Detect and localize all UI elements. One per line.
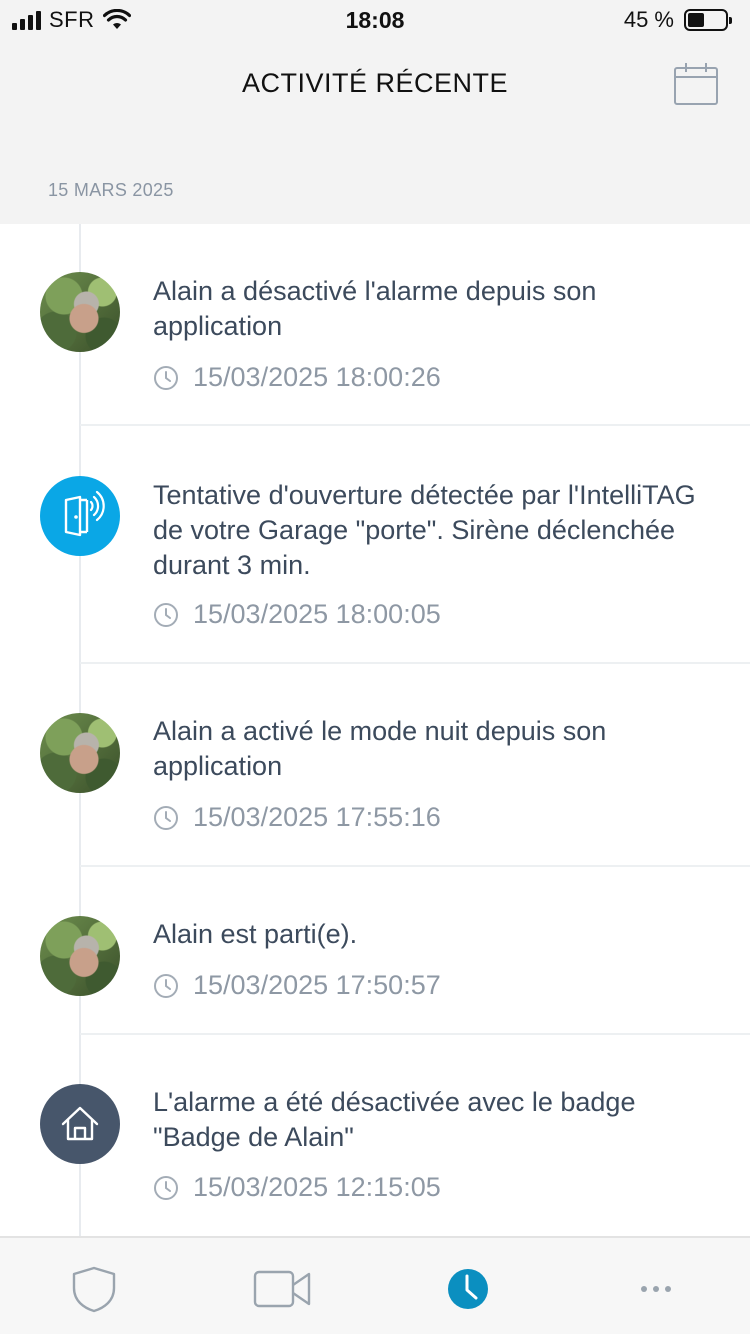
activity-timestamp: 15/03/2025 18:00:26: [153, 362, 441, 393]
timestamp-text: 15/03/2025 18:00:05: [193, 599, 441, 629]
video-camera-icon[interactable]: [252, 1264, 312, 1314]
activity-timestamp: 15/03/2025 17:55:16: [153, 802, 441, 833]
clock-icon: [154, 973, 178, 998]
clock-icon[interactable]: [438, 1264, 498, 1314]
activity-text: L'alarme a été désactivée avec le badge …: [153, 1087, 636, 1152]
clock-icon: [154, 365, 178, 390]
user-avatar: [40, 272, 120, 352]
shield-icon[interactable]: [64, 1264, 124, 1314]
activity-timestamp: 15/03/2025 12:15:05: [153, 1172, 441, 1203]
user-avatar: [40, 713, 120, 793]
activity-text: Alain est parti(e).: [153, 919, 358, 949]
battery-icon: [684, 9, 732, 31]
clock-icon: [154, 1175, 178, 1200]
activity-item[interactable]: Tentative d'ouverture détectée par l'Int…: [0, 426, 750, 664]
activity-item[interactable]: Alain a activé le mode nuit depuis son a…: [0, 664, 750, 867]
user-avatar: [40, 916, 120, 996]
top-area: SFR 18:08 45 % ACTIVITÉ RÉCENTE 15 MARS …: [0, 0, 750, 224]
status-bar: SFR 18:08 45 %: [0, 0, 750, 40]
activity-item[interactable]: L'alarme a été désactivée avec le badge …: [0, 1035, 750, 1236]
tab-bar: [0, 1236, 750, 1334]
activity-timestamp: 15/03/2025 18:00:05: [153, 599, 441, 630]
timestamp-text: 15/03/2025 18:00:26: [193, 362, 441, 392]
activity-text: Alain a activé le mode nuit depuis son a…: [153, 716, 607, 781]
clock-icon: [154, 602, 178, 627]
page-title: ACTIVITÉ RÉCENTE: [241, 68, 509, 98]
calendar-icon[interactable]: [672, 60, 720, 108]
clock-icon: [154, 805, 178, 830]
activity-text: Tentative d'ouverture détectée par l'Int…: [153, 480, 696, 580]
more-icon[interactable]: [626, 1264, 686, 1314]
activity-timestamp: 15/03/2025 17:50:57: [153, 970, 441, 1001]
activity-text: Alain a désactivé l'alarme depuis son ap…: [153, 276, 597, 341]
door-sensor-icon: [40, 476, 120, 556]
timestamp-text: 15/03/2025 12:15:05: [193, 1172, 441, 1202]
battery-percent: 45 %: [623, 7, 674, 32]
timestamp-text: 15/03/2025 17:55:16: [193, 802, 441, 832]
date-group-header: 15 MARS 2025: [48, 180, 174, 200]
home-icon: [40, 1084, 120, 1164]
timestamp-text: 15/03/2025 17:50:57: [193, 970, 441, 1000]
activity-item[interactable]: Alain est parti(e). 15/03/2025 17:50:57: [0, 867, 750, 1035]
activity-item[interactable]: Alain a désactivé l'alarme depuis son ap…: [0, 224, 750, 426]
